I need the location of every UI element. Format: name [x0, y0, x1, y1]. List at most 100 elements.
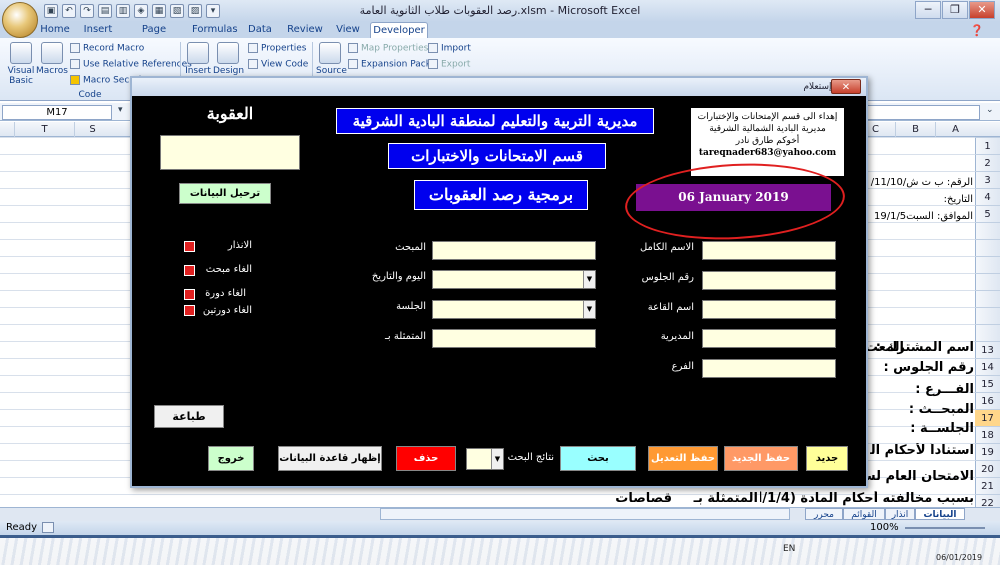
- column-header[interactable]: A: [935, 122, 975, 137]
- tab-review[interactable]: Review: [286, 22, 324, 38]
- seat-number-field[interactable]: [702, 271, 836, 290]
- xml-source-button[interactable]: Source: [316, 42, 347, 76]
- cell-article[interactable]: استناداً لأحكام المادة: [870, 443, 974, 458]
- branch-field[interactable]: [702, 359, 836, 378]
- cell-corresponding[interactable]: الموافق: السبت19/1/5: [872, 211, 973, 222]
- row-header[interactable]: 14: [975, 358, 1000, 375]
- row-header[interactable]: 13: [975, 341, 1000, 358]
- row-header[interactable]: 2: [975, 154, 1000, 171]
- cancel-subject-checkbox[interactable]: [184, 265, 195, 276]
- session-combo[interactable]: ▼: [432, 300, 596, 319]
- dropdown-arrow-icon[interactable]: ▼: [583, 271, 595, 288]
- row-header[interactable]: 3: [975, 171, 1000, 188]
- macro-recording-icon[interactable]: [42, 522, 54, 533]
- cell-subscriber-extra[interactable]: المعت: [868, 340, 904, 355]
- sheet-tab-lists[interactable]: القوائم: [843, 508, 885, 520]
- delete-button[interactable]: حذف: [396, 446, 456, 471]
- column-header[interactable]: B: [895, 122, 935, 137]
- column-header[interactable]: T: [14, 122, 74, 137]
- cell-subject[interactable]: المبحــث :: [870, 402, 974, 417]
- subject-field[interactable]: [432, 241, 596, 260]
- row-header[interactable]: [975, 222, 1000, 239]
- day-date-combo[interactable]: ▼: [432, 270, 596, 289]
- zoom-level[interactable]: 100%: [870, 522, 899, 533]
- row-header[interactable]: [975, 273, 1000, 290]
- column-header[interactable]: S: [74, 122, 110, 137]
- restore-button[interactable]: ❐: [942, 1, 968, 19]
- hall-name-field[interactable]: [702, 300, 836, 319]
- search-results-combo[interactable]: ▼: [466, 448, 504, 470]
- export-button[interactable]: Export: [428, 59, 470, 70]
- cell-violation[interactable]: بسبب مخالفته أحكام المادة (1/4/أولاً ): [760, 491, 974, 506]
- row-header[interactable]: 21: [975, 477, 1000, 494]
- cancel-two-sessions-checkbox[interactable]: [184, 305, 195, 316]
- help-icon[interactable]: ❓: [970, 24, 984, 37]
- taskbar-language[interactable]: EN: [783, 544, 795, 554]
- insert-controls-button[interactable]: Insert: [185, 42, 211, 76]
- print-button[interactable]: طباعة: [154, 405, 224, 428]
- warning-checkbox[interactable]: [184, 241, 195, 252]
- tab-data[interactable]: Data: [246, 22, 274, 38]
- row-header[interactable]: 5: [975, 205, 1000, 222]
- show-database-button[interactable]: إظهار قاعدة البيانات: [278, 446, 382, 471]
- cell-date-label[interactable]: التاريخ:: [880, 194, 973, 205]
- tab-developer[interactable]: Developer: [370, 22, 428, 38]
- horizontal-scrollbar[interactable]: [380, 508, 790, 520]
- cell-scraps[interactable]: قصاصات: [600, 491, 672, 506]
- row-header[interactable]: 15: [975, 375, 1000, 392]
- minimize-button[interactable]: ─: [915, 1, 941, 19]
- map-properties-button[interactable]: Map Properties: [348, 43, 428, 54]
- transfer-data-button[interactable]: ترحيل البيانات: [179, 183, 271, 204]
- tab-view[interactable]: View: [334, 22, 362, 38]
- row-header[interactable]: 18: [975, 426, 1000, 443]
- cell-seat-number[interactable]: رقم الجلوس :: [870, 360, 974, 375]
- visual-basic-button[interactable]: Visual Basic: [6, 42, 36, 86]
- save-edit-button[interactable]: حفظ التعديل: [648, 446, 718, 471]
- row-header[interactable]: [975, 324, 1000, 341]
- cell-session[interactable]: الجلســة :: [870, 421, 974, 436]
- cell-ref-number[interactable]: الرقم: ب ت ش/11/10/: [855, 177, 973, 188]
- expand-formula-icon[interactable]: ⌄: [986, 105, 994, 115]
- view-code-button[interactable]: View Code: [248, 59, 308, 70]
- directorate-field[interactable]: [702, 329, 836, 348]
- row-header[interactable]: [975, 290, 1000, 307]
- tab-home[interactable]: Home: [40, 22, 70, 38]
- penalty-field[interactable]: [160, 135, 300, 170]
- cell-exam-year[interactable]: الامتحان العام لسنة ٨: [852, 469, 974, 484]
- record-macro-button[interactable]: Record Macro: [70, 43, 144, 54]
- row-header[interactable]: 1: [975, 137, 1000, 154]
- row-header[interactable]: [975, 307, 1000, 324]
- row-header[interactable]: [975, 239, 1000, 256]
- cell-represented[interactable]: المتمثلة بـ: [692, 491, 758, 506]
- name-box-dropdown-icon[interactable]: ▾: [118, 105, 123, 115]
- office-button[interactable]: [2, 2, 38, 38]
- tab-formulas[interactable]: Formulas: [192, 22, 238, 38]
- row-header[interactable]: 16: [975, 392, 1000, 409]
- sheet-tab-warning[interactable]: انذار: [885, 508, 915, 520]
- sheet-tab-data[interactable]: البيانات: [915, 508, 965, 520]
- design-mode-button[interactable]: Design: [213, 42, 244, 76]
- import-button[interactable]: Import: [428, 43, 471, 54]
- search-button[interactable]: بحث: [560, 446, 636, 471]
- exit-button[interactable]: خروج: [208, 446, 254, 471]
- row-header[interactable]: [975, 256, 1000, 273]
- cell-branch[interactable]: الفـــرع :: [870, 382, 974, 397]
- save-new-button[interactable]: حفظ الجديد: [724, 446, 798, 471]
- macros-button[interactable]: Macros: [36, 42, 68, 76]
- name-box[interactable]: M17: [2, 105, 112, 120]
- zoom-slider[interactable]: [905, 527, 985, 529]
- row-header[interactable]: 4: [975, 188, 1000, 205]
- tab-page-layout[interactable]: Page Layout: [126, 22, 182, 51]
- use-relative-references-button[interactable]: Use Relative References: [70, 59, 192, 70]
- tab-insert[interactable]: Insert: [80, 22, 116, 38]
- dropdown-arrow-icon[interactable]: ▼: [491, 449, 503, 469]
- close-window-button[interactable]: ✕: [969, 1, 995, 19]
- cancel-session-checkbox[interactable]: [184, 289, 195, 300]
- properties-button[interactable]: Properties: [248, 43, 306, 54]
- dialog-close-button[interactable]: ✕: [831, 79, 861, 94]
- expansion-packs-button[interactable]: Expansion Packs: [348, 59, 436, 70]
- full-name-field[interactable]: [702, 241, 836, 260]
- row-header[interactable]: 17: [975, 409, 1000, 426]
- represented-field[interactable]: [432, 329, 596, 348]
- sheet-tab-editor[interactable]: محرر: [805, 508, 843, 520]
